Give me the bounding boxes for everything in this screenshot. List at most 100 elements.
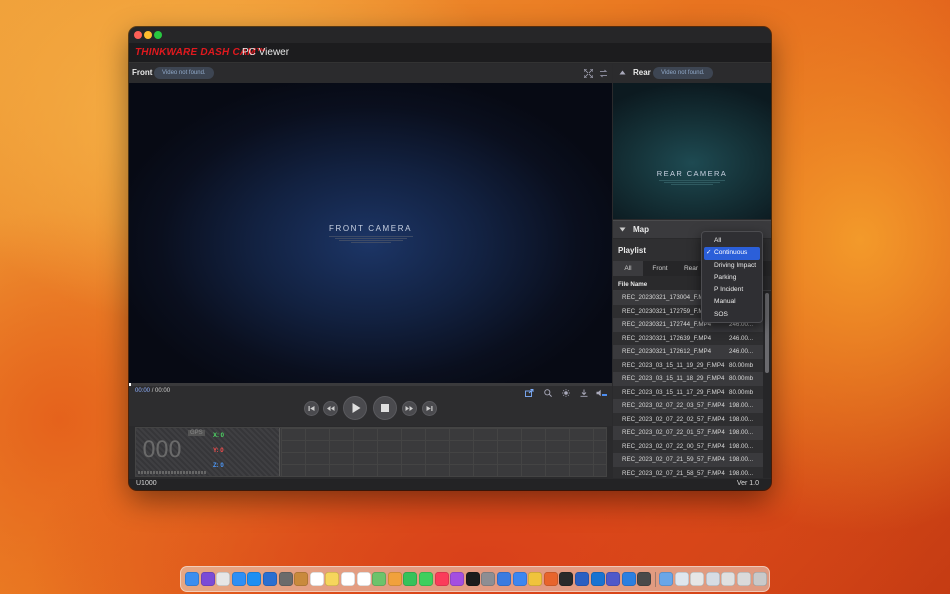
front-camera-bar: Front Video not found. [129,64,612,83]
front-label: Front [132,68,153,77]
minimize-window-button[interactable] [144,31,152,39]
filter-option-sos[interactable]: SOS [704,309,760,321]
filter-option-parking[interactable]: Parking [704,272,760,284]
list-item[interactable]: REC_2023_03_15_11_18_29_F.MP4 80.00mb [613,372,763,386]
fullscreen-icon[interactable] [583,68,594,81]
keynote-icon[interactable] [512,572,527,586]
window-thumb-icon[interactable] [690,572,705,586]
window-titlebar[interactable] [129,27,771,43]
system-settings-icon[interactable] [481,572,496,586]
stop-button[interactable] [373,396,397,420]
filter-option-p-incident[interactable]: P Incident [704,284,760,296]
messages-icon[interactable] [419,572,433,586]
facetime-icon[interactable] [403,572,418,586]
front-camera-caption [329,235,413,244]
trash-icon[interactable] [752,572,767,586]
firefox-icon[interactable] [543,572,558,586]
finder-icon[interactable] [185,572,199,586]
chrome-icon[interactable] [528,572,543,586]
rear-camera-title: REAR CAMERA [656,169,728,178]
freeform-icon[interactable] [341,572,355,586]
xcode-alt-icon[interactable] [621,572,636,586]
version-label: Ver 1.0 [736,480,759,487]
word-icon[interactable] [575,572,589,586]
list-item[interactable]: REC_2023_02_07_21_58_57_F.MP4 198.00... [613,466,763,478]
rewind-button[interactable] [323,401,338,416]
fast-forward-button[interactable] [402,401,417,416]
app-header: THINKWARE DASH CAM™ PC Viewer [129,43,771,63]
close-window-button[interactable] [134,31,142,39]
event-filter-dropdown: All ✓ Continuous Driving Impact Parking P… [701,231,763,323]
front-video-area[interactable]: FRONT CAMERA [129,83,612,383]
calendar-icon[interactable] [309,572,324,586]
siri-icon[interactable] [200,572,215,586]
list-item[interactable]: REC_2023_02_07_22_00_57_F.MP4 198.00... [613,439,763,453]
playback-time: 00:00 / 00:00 [135,388,170,394]
expand-down-icon[interactable] [619,226,626,236]
window-thumb-4-icon[interactable] [737,572,751,586]
thinkware-viewer-icon[interactable] [637,572,652,586]
list-item[interactable]: REC_2023_02_07_22_03_57_F.MP4 198.00... [613,399,763,413]
app-subtitle: PC Viewer [242,47,290,58]
xcode-icon[interactable] [263,572,277,586]
teams-icon[interactable] [606,572,621,586]
launchpad-icon[interactable] [216,572,231,586]
map-label: Map [633,225,649,234]
filter-option-driving-impact[interactable]: Driving Impact [704,260,760,272]
notes-icon[interactable] [325,572,340,586]
preview-doc-icon[interactable] [674,572,689,586]
appstore-icon[interactable] [247,572,262,586]
checkmark-icon: ✓ [706,249,712,257]
column-file-name[interactable]: File Name [618,281,647,288]
rear-video-area[interactable]: REAR CAMERA [613,83,771,219]
download-icon[interactable] [580,389,588,400]
reminders-icon[interactable] [356,572,371,586]
total-time: / 00:00 [151,388,171,394]
pencil-app-icon[interactable] [497,572,511,586]
list-item[interactable]: REC_2023_02_07_21_59_57_F.MP4 198.00... [613,453,763,467]
playlist-scrollbar[interactable] [763,291,771,478]
scrollbar-thumb[interactable] [765,293,769,373]
list-item[interactable]: REC_2023_03_15_11_17_29_F.MP4 80.00mb [613,385,763,399]
list-item[interactable]: REC_2023_02_07_22_01_57_F.MP4 198.00... [613,426,763,440]
brightness-icon[interactable] [562,389,570,400]
window-thumb-2-icon[interactable] [705,572,720,586]
maps-icon[interactable] [372,572,387,586]
playback-controls: 00:00 / 00:00 [129,386,612,426]
outlook-icon[interactable] [590,572,605,586]
list-item[interactable]: REC_2023_03_15_11_19_29_F.MP4 80.00mb [613,358,763,372]
filter-option-all[interactable]: All [704,235,760,247]
amber-app-icon[interactable] [294,572,309,586]
previous-file-button[interactable] [304,401,319,416]
model-label: U1000 [136,480,157,487]
collapse-up-icon[interactable] [619,69,626,79]
tab-front[interactable]: Front [644,261,676,276]
safari-icon[interactable] [231,572,246,586]
zoom-icon[interactable] [544,389,552,400]
speed-readout: 000 [142,438,182,463]
zoom-window-button[interactable] [154,31,162,39]
terminal-icon[interactable] [559,572,574,586]
list-item[interactable]: REC_20230321_172612_F.MP4 246.00... [613,345,763,359]
filter-option-manual[interactable]: Manual [704,296,760,308]
appletv-icon[interactable] [465,572,480,586]
dock-separator [655,572,656,587]
list-item[interactable]: REC_20230321_172639_F.MP4 246.00... [613,331,763,345]
photos-icon[interactable] [387,572,402,586]
filter-option-continuous[interactable]: ✓ Continuous [704,247,760,260]
podcasts-icon[interactable] [450,572,465,586]
next-file-button[interactable] [422,401,437,416]
export-icon[interactable] [525,389,534,400]
list-item[interactable]: REC_2023_02_07_22_02_57_F.MP4 198.00... [613,412,763,426]
rear-camera-bar: Rear Video not found. [613,64,771,83]
speed-scale [138,471,206,474]
downloads-folder-icon[interactable] [659,572,673,586]
music-icon[interactable] [434,572,449,586]
play-button[interactable] [343,396,367,420]
window-thumb-3-icon[interactable] [721,572,736,586]
tab-all[interactable]: All [613,261,643,276]
unknown-app-icon[interactable] [278,572,293,586]
g-sensor-chart [281,428,606,476]
swap-view-icon[interactable] [599,69,608,81]
volume-icon[interactable] [596,389,607,400]
